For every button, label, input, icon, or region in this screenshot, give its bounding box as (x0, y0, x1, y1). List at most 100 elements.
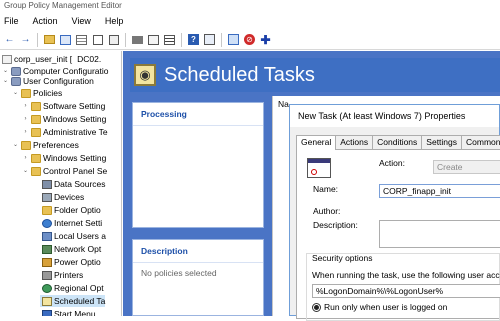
user-account-field[interactable]: %LogonDomain%\%LogonUser% (312, 284, 500, 298)
tree-item-label: Local Users a (54, 231, 106, 241)
expand-icon[interactable]: › (22, 100, 29, 112)
menu-help[interactable]: Help (105, 16, 124, 26)
description-label: Description: (313, 220, 358, 230)
tree-item-user-configuration[interactable]: ⌄ User Configuration (2, 75, 94, 87)
properties-icon[interactable] (203, 33, 216, 46)
printer-icon (42, 270, 52, 280)
globe-icon (42, 218, 52, 228)
tree-item-local-users[interactable]: Local Users a (40, 230, 106, 242)
start-menu-icon (42, 309, 52, 316)
menu-file[interactable]: File (4, 16, 19, 26)
collapse-icon[interactable]: ⌄ (2, 75, 9, 87)
scheduled-tasks-icon: ◉ (134, 64, 156, 86)
folder-icon (31, 153, 41, 163)
tree-item-label: Software Setting (43, 101, 106, 111)
new-item-icon[interactable] (227, 33, 240, 46)
tab-general[interactable]: General (296, 135, 337, 150)
folder-icon (31, 166, 41, 176)
radio-selected-icon[interactable] (312, 302, 321, 312)
back-icon[interactable]: ← (3, 33, 16, 46)
tree-item-control-panel-settings[interactable]: ⌄ Control Panel Se (22, 165, 107, 177)
up-folder-icon[interactable] (43, 33, 56, 46)
description-panel: Description No policies selected (132, 239, 264, 316)
action-label: Action: (379, 158, 405, 168)
forward-icon[interactable]: → (19, 33, 32, 46)
menu-view[interactable]: View (72, 16, 91, 26)
folder-icon (42, 205, 52, 215)
name-field[interactable]: CORP_finapp_init (379, 184, 500, 198)
properties-dialog: New Task (At least Windows 7) Properties… (289, 104, 500, 321)
tree-item-label: Internet Setti (54, 218, 103, 228)
collapse-icon[interactable]: ⌄ (12, 139, 19, 151)
toolbar-separator (125, 32, 126, 47)
tree-root[interactable]: corp_user_init [ DC02. (2, 53, 101, 65)
collapse-icon[interactable]: ⌄ (22, 165, 29, 177)
scheduled-task-icon (42, 296, 52, 306)
tree-item-policies[interactable]: ⌄ Policies (12, 87, 62, 99)
expand-icon[interactable]: › (22, 113, 29, 125)
add-icon[interactable]: ✚ (259, 33, 272, 46)
list-view-icon[interactable] (163, 33, 176, 46)
menu-bar: File Action View Help (0, 12, 500, 30)
show-hide-tree-icon[interactable] (59, 33, 72, 46)
export-icon[interactable] (147, 33, 160, 46)
menu-action[interactable]: Action (33, 16, 58, 26)
window-title: Group Policy Management Editor (0, 0, 500, 12)
tree-item-windows-settings[interactable]: › Windows Setting (22, 113, 107, 125)
tree-item-label: Network Opt (54, 244, 102, 254)
dialog-tabs: General Actions Conditions Settings Comm… (296, 135, 500, 150)
processing-title: Processing (133, 103, 263, 126)
tree-root-label: corp_user_init [ (14, 54, 73, 64)
database-icon (42, 179, 52, 189)
refresh-icon[interactable] (107, 33, 120, 46)
tree-item-label: User Configuration (23, 76, 94, 86)
description-field[interactable] (379, 220, 500, 248)
users-icon (42, 231, 52, 241)
description-title: Description (133, 240, 263, 263)
toolbar-separator (37, 32, 38, 47)
security-text: When running the task, use the following… (312, 270, 500, 280)
run-logged-on-option[interactable]: Run only when user is logged on (312, 302, 447, 312)
tree-item-printers[interactable]: Printers (40, 269, 83, 281)
tree-root-suffix: DC02. (77, 54, 102, 64)
snapin-header: ◉ Scheduled Tasks (130, 58, 500, 92)
tree-item-regional-options[interactable]: Regional Opt (40, 282, 104, 294)
toolbar-separator (181, 32, 182, 47)
tree-item-internet-settings[interactable]: Internet Setti (40, 217, 102, 229)
globe-icon (42, 283, 52, 293)
tree-item-devices[interactable]: Devices (40, 191, 84, 203)
tree-item-folder-options[interactable]: Folder Optio (40, 204, 101, 216)
task-window-icon (307, 158, 331, 178)
help-icon[interactable]: ? (187, 33, 200, 46)
tree-item-start-menu[interactable]: Start Menu (40, 308, 96, 316)
tree-item-label: Regional Opt (54, 283, 104, 293)
stop-icon[interactable]: ⊘ (243, 33, 256, 46)
tree-item-software-settings[interactable]: › Software Setting (22, 100, 106, 112)
tab-actions[interactable]: Actions (335, 135, 374, 149)
collapse-icon[interactable]: ⌄ (12, 87, 19, 99)
tree-item-scheduled-tasks[interactable]: Scheduled Ta (40, 295, 106, 307)
expand-icon[interactable]: › (22, 126, 29, 138)
tree-item-label: Data Sources (54, 179, 106, 189)
tab-common[interactable]: Common (461, 135, 500, 149)
tab-settings[interactable]: Settings (421, 135, 463, 149)
processing-panel: Processing (132, 102, 264, 228)
tree-item-network-options[interactable]: Network Opt (40, 243, 101, 255)
expand-icon[interactable]: › (22, 152, 29, 164)
tree-item-preferences[interactable]: ⌄ Preferences (12, 139, 79, 151)
tree-item-label: Administrative Te (43, 127, 108, 137)
tree-item-data-sources[interactable]: Data Sources (40, 178, 106, 190)
tree-item-label: Folder Optio (54, 205, 101, 215)
folder-icon (31, 101, 41, 111)
details-view-icon[interactable] (75, 33, 88, 46)
tree-item-power-options[interactable]: Power Optio (40, 256, 101, 268)
tree-item-administrative-templates[interactable]: › Administrative Te (22, 126, 108, 138)
action-select[interactable]: Create (433, 160, 500, 174)
tab-conditions[interactable]: Conditions (372, 135, 423, 149)
column-header-name[interactable]: Na (278, 99, 289, 109)
print-icon[interactable] (131, 33, 144, 46)
devices-icon (42, 192, 52, 202)
tree-item-windows-settings-prefs[interactable]: › Windows Setting (22, 152, 107, 164)
toolbar-separator (221, 32, 222, 47)
copy-icon[interactable] (91, 33, 104, 46)
